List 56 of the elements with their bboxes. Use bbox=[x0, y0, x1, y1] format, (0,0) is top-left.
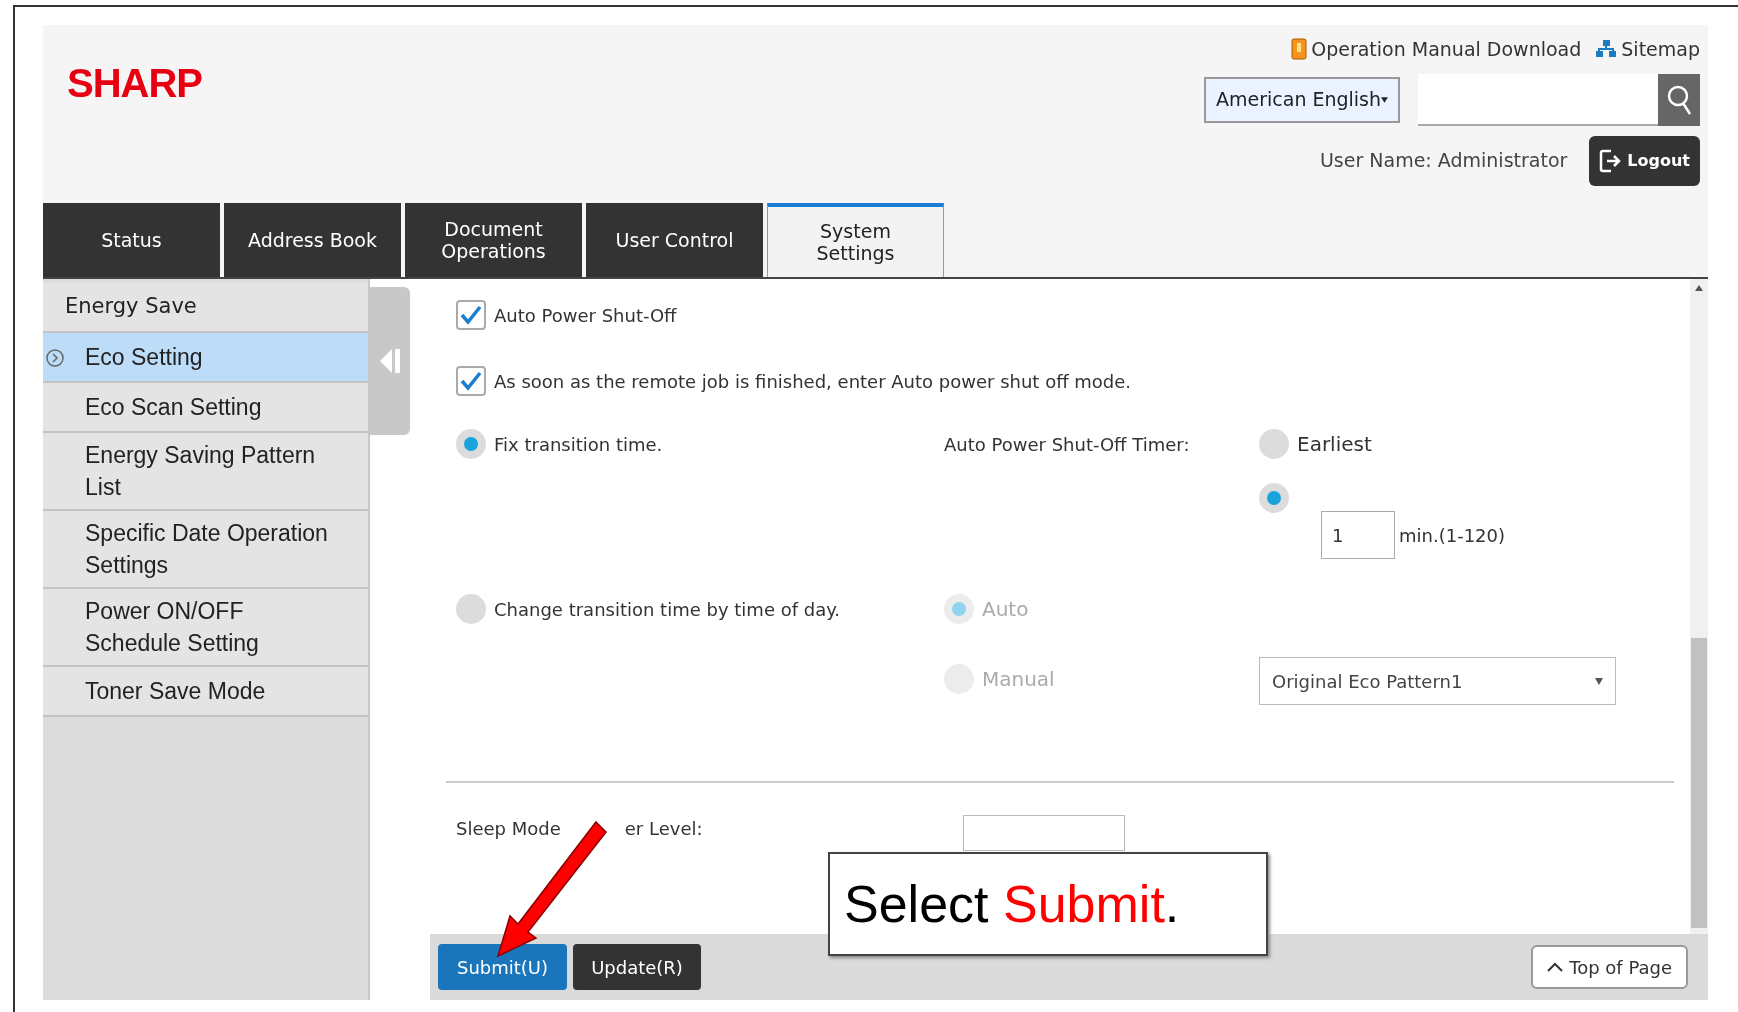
nav-tab[interactable]: Document Operations bbox=[405, 203, 582, 277]
sidebar-item[interactable]: Specific Date Operation Settings bbox=[43, 511, 368, 589]
sitemap-link[interactable]: Sitemap bbox=[1595, 35, 1700, 64]
sidebar-item[interactable]: Power ON/OFF Schedule Setting bbox=[43, 589, 368, 667]
top-of-page-button[interactable]: Top of Page bbox=[1531, 945, 1688, 989]
checkbox[interactable] bbox=[456, 366, 486, 396]
logo: SHARP bbox=[67, 60, 203, 97]
radio-button[interactable] bbox=[1259, 429, 1289, 459]
caret-up-icon bbox=[1547, 962, 1564, 972]
user-name-label: User Name: Administrator bbox=[1319, 148, 1568, 174]
radio-label: Manual bbox=[982, 666, 1055, 693]
sidebar-item[interactable]: Energy Saving Pattern List bbox=[43, 433, 368, 511]
language-select[interactable]: American English bbox=[1204, 76, 1400, 123]
search-field[interactable] bbox=[1418, 73, 1658, 126]
unit-label: min.(1-120) bbox=[1399, 523, 1505, 548]
scrollbar[interactable] bbox=[1690, 279, 1708, 934]
callout-text: Select Submit. bbox=[844, 874, 1180, 935]
nav-tab[interactable]: Address Book bbox=[224, 203, 401, 277]
sleep-mode-label: Sleep Mode bbox=[456, 816, 561, 841]
timer-label: Auto Power Shut-Off Timer: bbox=[944, 432, 1190, 457]
radio-label: Fix transition time. bbox=[494, 432, 663, 457]
radio-button[interactable] bbox=[456, 429, 486, 459]
sidebar-heading: Energy Save bbox=[43, 283, 368, 333]
nav-tab[interactable]: Status bbox=[43, 203, 220, 277]
sidebar-item[interactable]: Toner Save Mode bbox=[43, 667, 368, 717]
minutes-field[interactable]: 1 bbox=[1321, 511, 1395, 559]
sidebar-item[interactable]: Eco Setting bbox=[43, 333, 368, 383]
search-icon bbox=[1666, 83, 1692, 116]
scroll-up-icon bbox=[1695, 285, 1703, 291]
collapse-icon bbox=[378, 347, 402, 375]
nav-tab[interactable]: System Settings bbox=[767, 203, 944, 277]
update-button[interactable]: Update(R) bbox=[573, 944, 701, 990]
dropdown-caret-icon bbox=[1381, 95, 1388, 104]
sleep-mode-label: er Level: bbox=[624, 816, 703, 841]
power-level-select[interactable] bbox=[962, 815, 1125, 851]
collapse-handle[interactable] bbox=[370, 287, 410, 435]
sitemap-icon bbox=[1595, 39, 1618, 60]
radio-label: Earliest bbox=[1297, 431, 1372, 458]
nav-tab[interactable]: User Control bbox=[586, 203, 763, 277]
dropdown-caret-icon bbox=[1595, 677, 1603, 685]
pattern-select[interactable]: Original Eco Pattern1 bbox=[1259, 657, 1616, 705]
chevron-circle-icon bbox=[45, 348, 65, 368]
radio-button[interactable] bbox=[456, 594, 486, 624]
logout-icon bbox=[1599, 147, 1622, 174]
radio-button[interactable] bbox=[1259, 483, 1289, 513]
logout-button[interactable]: Logout bbox=[1589, 135, 1700, 186]
checkbox[interactable] bbox=[456, 300, 486, 330]
radio-label: Change transition time by time of day. bbox=[494, 597, 841, 622]
checkbox-label: As soon as the remote job is finished, enter Auto power shut off mode. bbox=[494, 369, 1132, 394]
sidebar-item[interactable]: Eco Scan Setting bbox=[43, 383, 368, 433]
checkbox-label: Auto Power Shut-Off bbox=[494, 303, 677, 328]
radio-label: Auto bbox=[982, 596, 1029, 623]
search-button[interactable] bbox=[1658, 73, 1700, 126]
manual-icon bbox=[1291, 38, 1308, 61]
manual-download-link[interactable]: Operation Manual Download bbox=[1291, 35, 1582, 64]
submit-button[interactable]: Submit(U) bbox=[438, 944, 567, 990]
